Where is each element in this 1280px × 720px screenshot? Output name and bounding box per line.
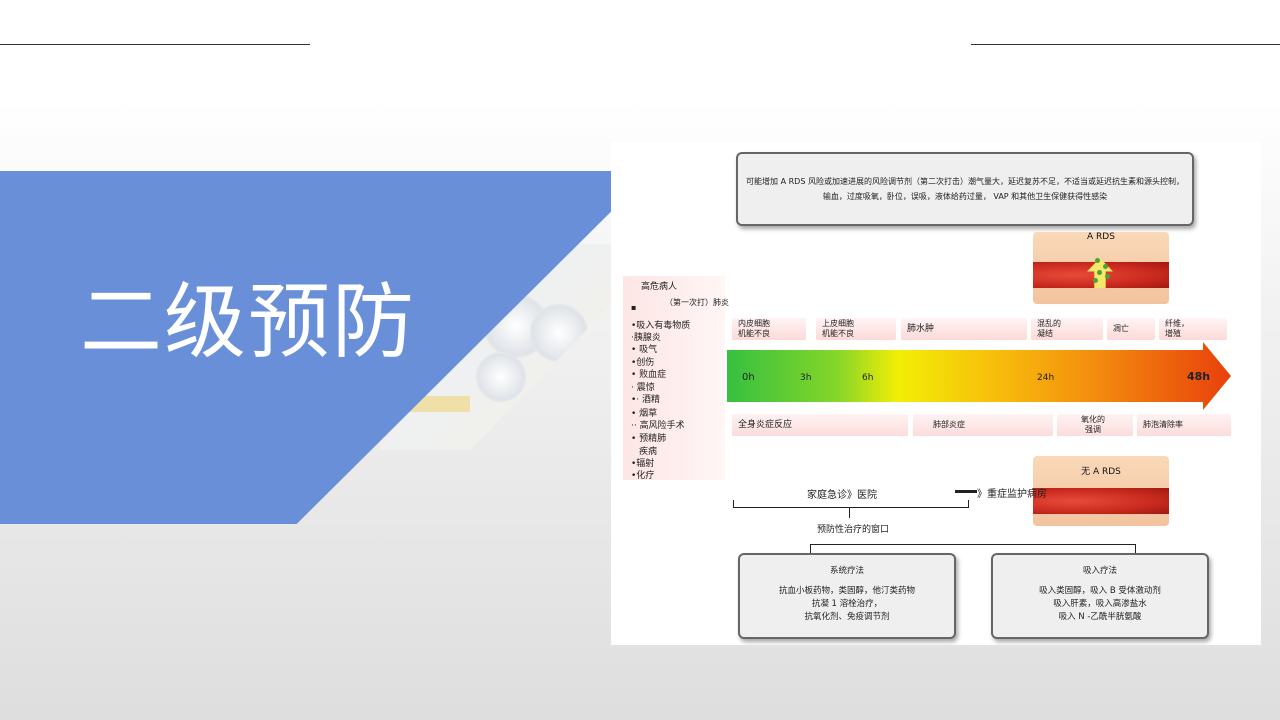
- phase-lung-inflammation: 肺部炎症: [913, 414, 1053, 436]
- phase-text: 肺水肿: [907, 324, 935, 334]
- inhaled-therapy-line: 吸入 N -乙酰半胱氨酸: [1058, 612, 1142, 622]
- phase-text: 全身炎症反应: [738, 420, 793, 430]
- therapy-connector-right: [1135, 544, 1136, 553]
- phase-text: 肺泡清除率: [1143, 420, 1183, 429]
- brace-end: [968, 500, 969, 508]
- tick-0h: 0h: [742, 372, 755, 383]
- phase-text: 内皮细胞: [738, 319, 770, 328]
- tick-3h: 3h: [800, 373, 812, 383]
- therapy-connector-left: [810, 544, 811, 553]
- condition-item: •化疗: [631, 471, 655, 481]
- phase-epithelial: 上皮细胞 机能不良: [816, 318, 896, 340]
- inhaled-therapy-box: 吸入疗法 吸入类固醇，吸入 B 受体激动剂 吸入肝素，吸入高渗盐水 吸入 N -…: [991, 553, 1209, 639]
- phase-text: 强调: [1085, 425, 1101, 434]
- risk-modifiers-line2: 输血，过度吸氧，卧位，误吸，液体给药过量， VAP 和其他卫生保健获得性感染: [822, 192, 1108, 201]
- care-arrow: [955, 490, 977, 493]
- tick-24h: 24h: [1037, 373, 1055, 383]
- phase-fibrosis: 纤维， 增殖: [1159, 318, 1227, 340]
- icu-label: 》重症监护病房: [977, 489, 1047, 500]
- ards-label: A RDS: [1087, 232, 1115, 242]
- phase-coagulation: 混乱的 凝结: [1031, 318, 1103, 340]
- phase-text: 凋亡: [1113, 324, 1129, 333]
- ards-lung-image: [1033, 232, 1169, 304]
- care-setting-label: 家庭急诊》医院: [807, 490, 877, 501]
- phase-alveolar-clearance: 肺泡清除率: [1137, 414, 1231, 436]
- condition-item: • 吸气: [631, 345, 658, 355]
- phase-text: 氧化的: [1081, 415, 1105, 424]
- phase-oxidative-stress: 氧化的 强调: [1057, 414, 1133, 436]
- condition-item: •· 酒精: [631, 395, 661, 405]
- phase-edema: 肺水肿: [901, 318, 1027, 340]
- phase-text: 凝结: [1037, 329, 1053, 338]
- brace-line: [733, 507, 969, 508]
- no-ards-label: 无 A RDS: [1081, 467, 1121, 477]
- phase-text: 上皮细胞: [822, 319, 854, 328]
- disc-icon: [530, 304, 588, 362]
- systemic-therapy-line: 抗氧化剂、免疫调节剂: [804, 612, 890, 622]
- top-rule-left: [0, 44, 310, 45]
- systemic-therapy-line: 抗血小板药物，类固醇，他汀类药物: [778, 586, 915, 596]
- phase-text: 肺部炎症: [933, 420, 965, 429]
- slide-title: 二级预防: [80, 275, 417, 370]
- high-risk-title: 高危病人: [641, 282, 678, 292]
- condition-item: • 败血症: [631, 370, 667, 380]
- phase-systemic-inflammation: 全身炎症反应: [732, 414, 908, 436]
- phase-text: 机能不良: [738, 329, 770, 338]
- systemic-therapy-title: 系统疗法: [829, 566, 864, 576]
- condition-item: ·· 高风险手术: [631, 421, 685, 431]
- systemic-therapy-box: 系统疗法 抗血小板药物，类固醇，他汀类药物 抗凝 1 溶栓治疗， 抗氧化剂、免疫…: [738, 553, 956, 639]
- brace-end: [733, 500, 734, 508]
- systemic-therapy-line: 抗凝 1 溶栓治疗，: [811, 599, 883, 609]
- prevention-window-label: 预防性治疗的窗口: [817, 525, 890, 535]
- condition-item: • 预精肺: [631, 434, 667, 444]
- tick-48h: 48h: [1187, 370, 1211, 383]
- top-rule-right: [971, 44, 1280, 45]
- ards-diagram: 可能增加 A RDS 风险或加速进展的风险调节剂（第二次打击）潮气量大，延迟复苏…: [611, 142, 1261, 645]
- phase-text: 纤维，: [1165, 319, 1189, 328]
- inhaled-therapy-line: 吸入类固醇，吸入 B 受体激动剂: [1039, 586, 1161, 596]
- risk-modifiers-box: 可能增加 A RDS 风险或加速进展的风险调节剂（第二次打击）潮气量大，延迟复苏…: [736, 152, 1194, 226]
- therapy-connector: [810, 544, 1136, 545]
- phase-text: 混乱的: [1037, 319, 1061, 328]
- brace-stem: [849, 508, 850, 518]
- phase-text: 机能不良: [822, 329, 854, 338]
- phase-endothelial: 内皮细胞 机能不良: [732, 318, 806, 340]
- bullet-marker: ▪: [631, 303, 637, 312]
- first-hit-label: （第一次打）肺炎: [665, 298, 729, 307]
- inhaled-therapy-title: 吸入疗法: [1082, 566, 1117, 576]
- tick-6h: 6h: [862, 373, 874, 383]
- phase-text: 增殖: [1165, 329, 1181, 338]
- disc-icon: [476, 352, 526, 402]
- phase-apoptosis: 凋亡: [1107, 318, 1155, 340]
- risk-modifiers-line1: 可能增加 A RDS 风险或加速进展的风险调节剂（第二次打击）潮气量大，延迟复苏…: [746, 177, 1184, 186]
- inhaled-therapy-line: 吸入肝素，吸入高渗盐水: [1053, 599, 1147, 609]
